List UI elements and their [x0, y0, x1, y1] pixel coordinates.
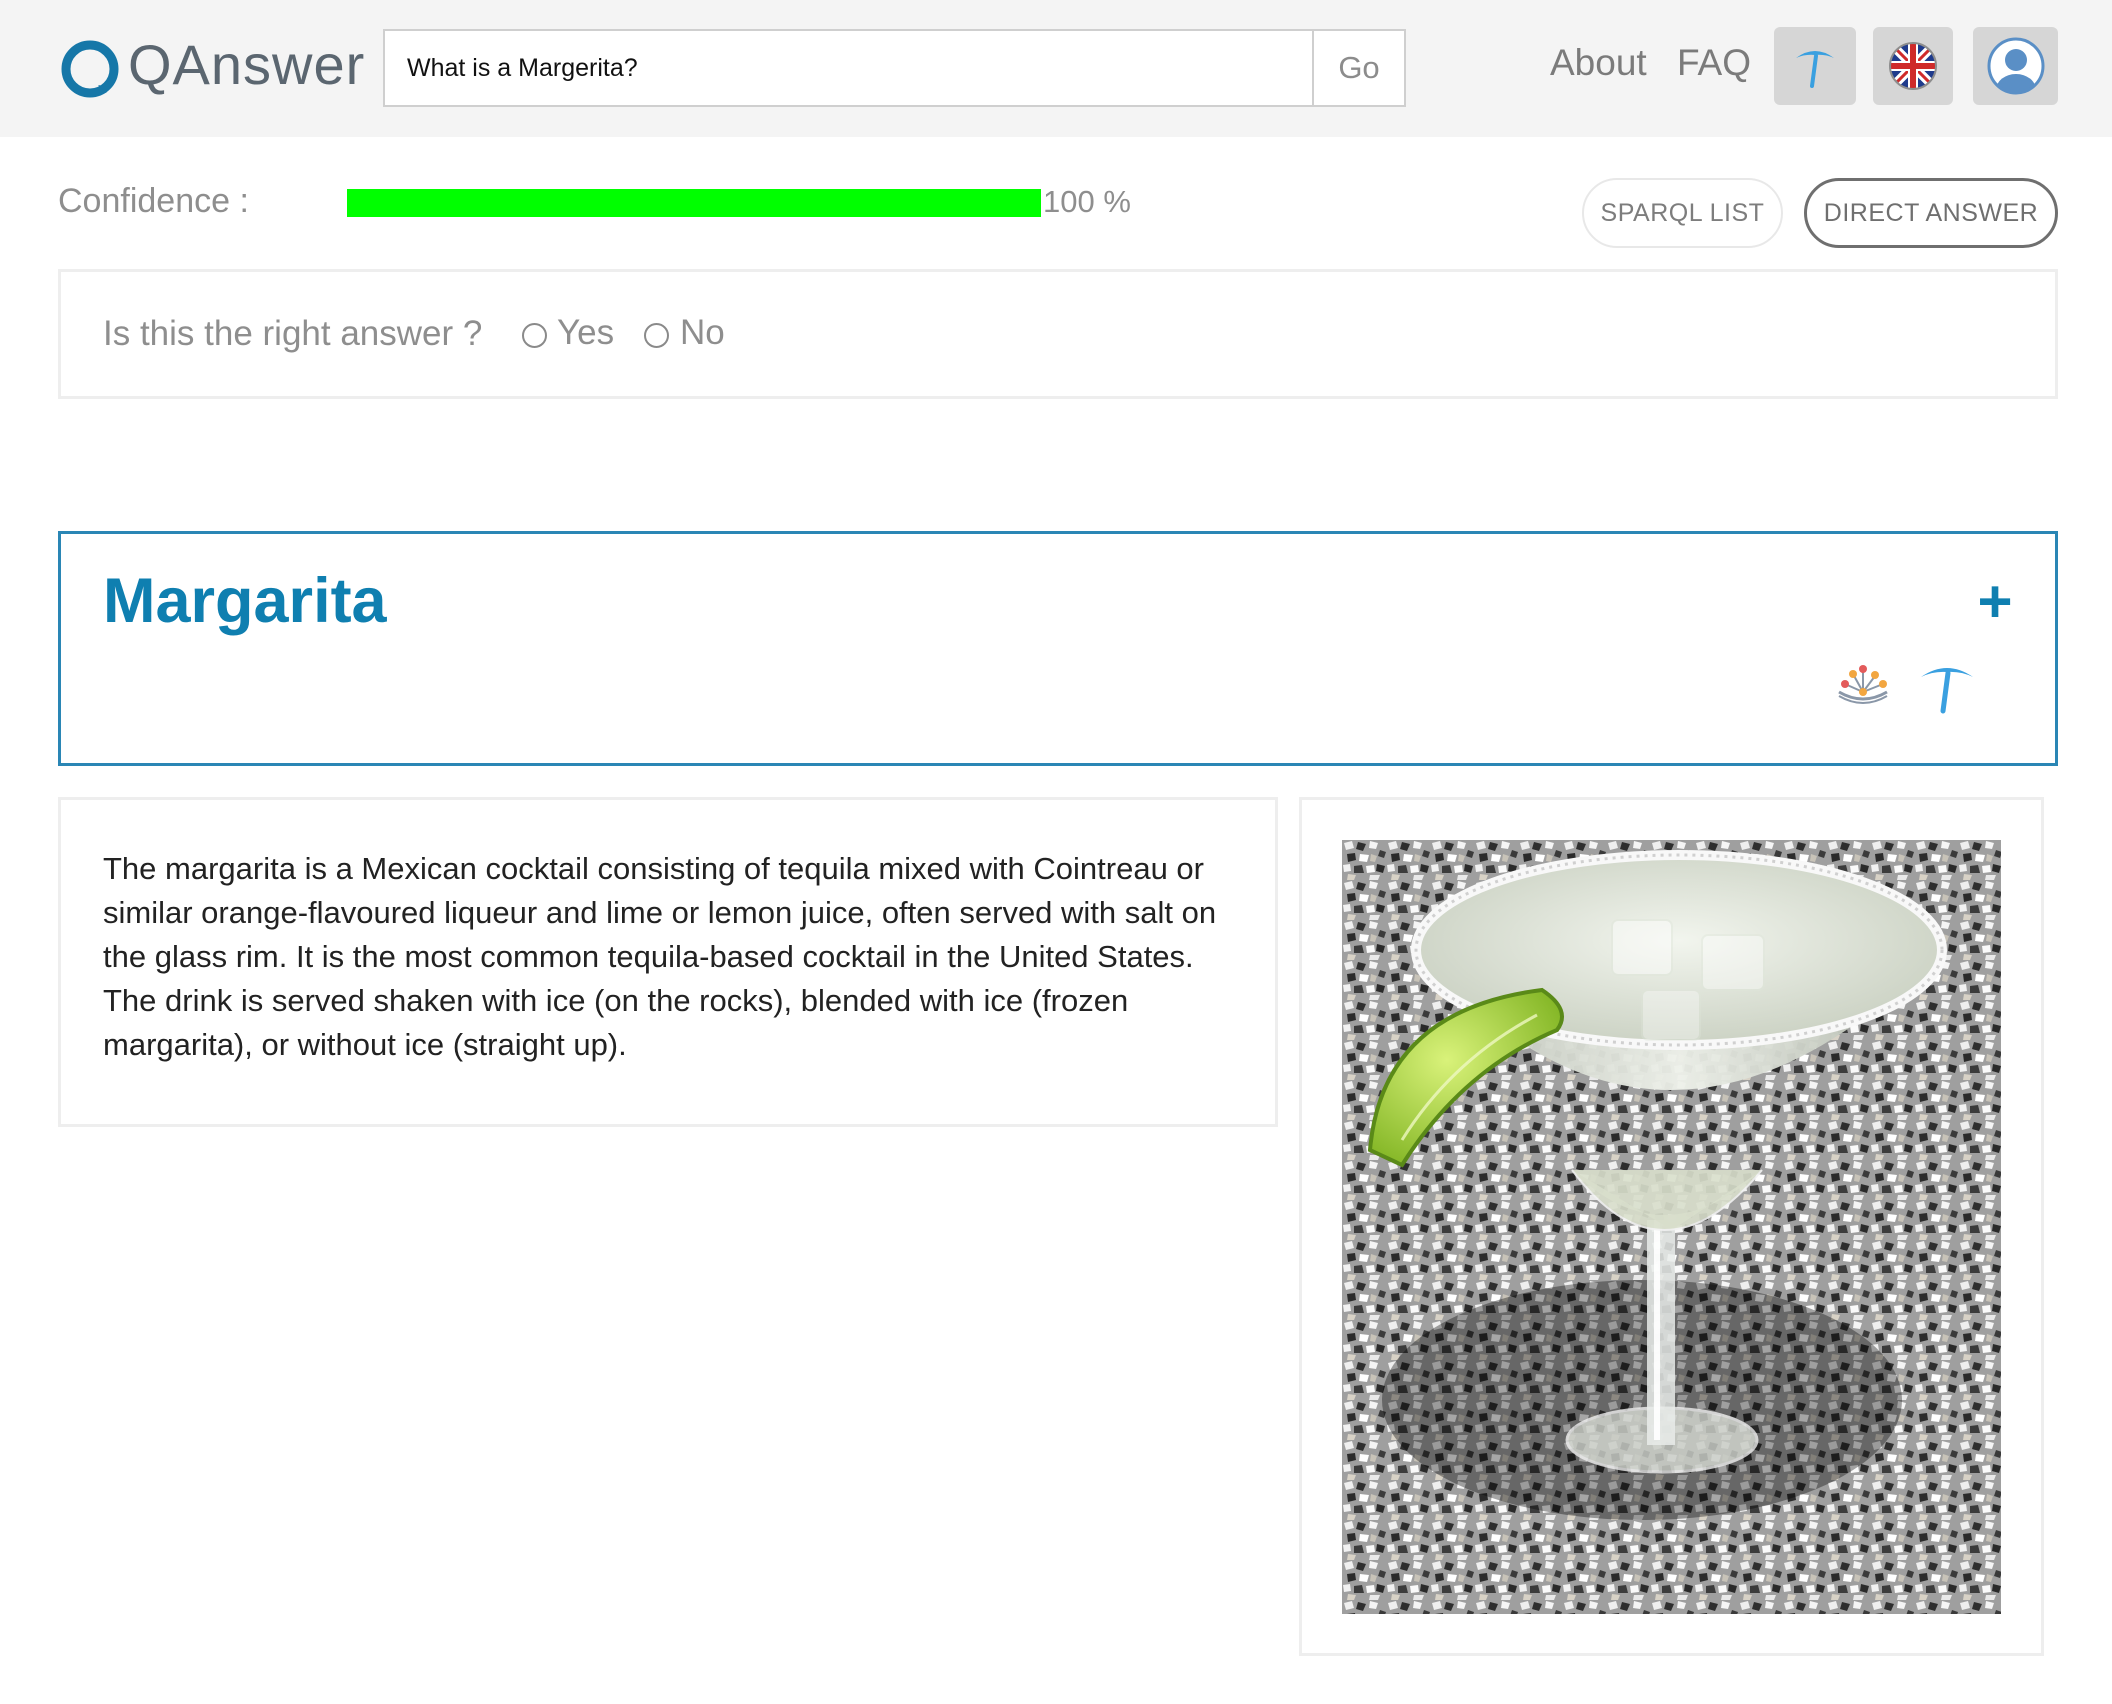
confidence-label: Confidence :: [58, 182, 249, 220]
answer-description: The margarita is a Mexican cocktail cons…: [103, 851, 1217, 1062]
no-radio[interactable]: [644, 323, 669, 348]
go-button[interactable]: Go: [1312, 31, 1404, 105]
umbrella-button[interactable]: [1774, 27, 1856, 105]
margarita-photo: [1342, 840, 2001, 1614]
language-button[interactable]: [1873, 27, 1953, 105]
expand-button[interactable]: +: [1974, 572, 2016, 632]
yes-radio[interactable]: [522, 323, 547, 348]
confidence-bar-fill: [347, 189, 1041, 217]
confidence-bar: [347, 189, 1041, 217]
uk-flag-icon: [1889, 42, 1937, 90]
nav-about[interactable]: About: [1550, 40, 1647, 86]
answer-title: Margarita: [103, 566, 387, 636]
sparql-list-button[interactable]: SPARQL LIST: [1582, 178, 1783, 248]
yes-label[interactable]: Yes: [557, 311, 614, 355]
account-button[interactable]: [1973, 27, 2058, 105]
no-label[interactable]: No: [680, 311, 725, 355]
umbrella-icon[interactable]: [1917, 657, 1977, 715]
logo-text[interactable]: QAnswer: [128, 30, 365, 100]
knowledge-graph-icon[interactable]: [1833, 662, 1893, 708]
search-input[interactable]: [385, 31, 1312, 105]
user-icon: [1987, 37, 2044, 95]
umbrella-icon: [1796, 51, 1834, 88]
nav-faq[interactable]: FAQ: [1677, 40, 1751, 86]
margarita-image: [1342, 840, 2001, 1614]
feedback-question: Is this the right answer ?: [103, 314, 483, 353]
confidence-value: 100 %: [1043, 184, 1131, 219]
direct-answer-button[interactable]: DIRECT ANSWER: [1804, 178, 2058, 248]
search-bar: Go: [383, 29, 1406, 107]
logo-icon[interactable]: [58, 37, 122, 101]
